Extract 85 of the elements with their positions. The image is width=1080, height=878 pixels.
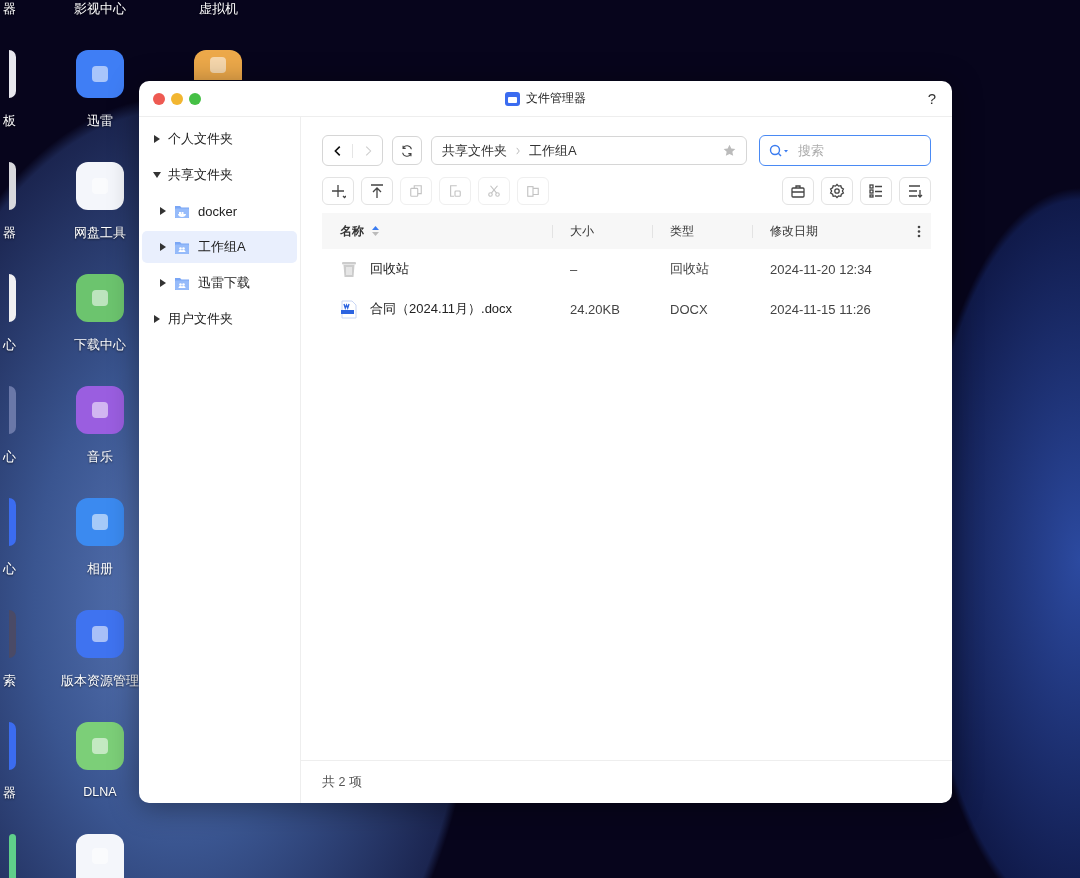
move-icon <box>526 183 540 198</box>
caret-icon <box>160 207 166 215</box>
app-label: 器 <box>3 785 16 802</box>
file-size: – <box>570 261 578 277</box>
file-name[interactable]: 回收站 <box>370 260 409 278</box>
column-header[interactable]: 大小 <box>570 223 594 239</box>
chevron-icon <box>513 145 523 156</box>
list-view-icon <box>868 182 884 199</box>
toolbox-icon <box>790 182 806 199</box>
app-label: 下载中心 <box>74 337 126 354</box>
maximize-button[interactable] <box>189 92 201 105</box>
app-icon[interactable] <box>9 162 16 210</box>
folder-tree-item[interactable]: 迅雷下载 <box>142 267 297 299</box>
folder-icon <box>174 203 190 219</box>
app-icon[interactable] <box>9 274 16 322</box>
scissors-icon <box>487 183 501 198</box>
caret-icon <box>153 172 161 178</box>
app-icon[interactable] <box>76 50 124 98</box>
sort-button[interactable] <box>899 176 931 205</box>
app-label: 相册 <box>87 561 113 578</box>
more-icon[interactable] <box>917 224 921 238</box>
caret-icon <box>160 279 166 287</box>
app-icon[interactable] <box>76 274 124 322</box>
refresh-button[interactable] <box>392 136 422 165</box>
caret-icon <box>154 315 160 323</box>
folder-tree-item[interactable]: docker <box>142 195 297 227</box>
trash-icon <box>340 260 358 278</box>
caret-icon <box>154 135 160 143</box>
app-label: 迅雷 <box>87 113 113 130</box>
column-header[interactable]: 名称 <box>340 223 364 239</box>
settings-button[interactable] <box>821 176 853 205</box>
modified-date: 2024-11-20 12:34 <box>770 261 872 277</box>
copy-icon <box>409 183 423 198</box>
plus-icon <box>330 182 346 199</box>
column-header[interactable]: 修改日期 <box>770 223 818 239</box>
app-label: 心 <box>3 449 16 466</box>
caret-icon <box>160 243 166 251</box>
app-label: 心 <box>3 337 16 354</box>
app-icon[interactable] <box>9 50 16 98</box>
app-label: 板 <box>3 113 16 130</box>
window-title: 文件管理器 <box>526 90 586 107</box>
paste-icon <box>448 183 462 198</box>
app-label: 器 <box>3 1 16 18</box>
word-document-icon <box>340 299 358 319</box>
file-size: 24.20KB <box>570 301 620 317</box>
sort-arrows-icon[interactable] <box>372 226 379 236</box>
folder-tree-item[interactable]: 共享文件夹 <box>142 159 297 191</box>
add-button[interactable] <box>322 176 354 205</box>
folder-tree-item[interactable]: 用户文件夹 <box>142 303 297 335</box>
app-label: 索 <box>3 673 16 690</box>
app-label: 网盘工具 <box>74 225 126 242</box>
settings-icon <box>829 182 845 199</box>
search-field[interactable]: 搜索 <box>759 135 931 166</box>
sort-icon <box>907 182 923 199</box>
app-label: 心 <box>3 561 16 578</box>
upload-icon <box>369 182 385 199</box>
app-label: 虚拟机 <box>198 1 238 18</box>
app-label: 器 <box>3 225 16 242</box>
folder-tree-item[interactable]: 工作组A <box>142 231 297 263</box>
app-icon[interactable] <box>76 834 124 878</box>
breadcrumb-item[interactable]: 工作组A <box>529 141 577 160</box>
tools-button[interactable] <box>782 176 814 205</box>
folder-tree-item[interactable]: 个人文件夹 <box>142 123 297 155</box>
file-type: 回收站 <box>670 260 709 278</box>
modified-date: 2024-11-15 11:26 <box>770 301 871 317</box>
view-button[interactable] <box>860 176 892 205</box>
app-label: 影视中心 <box>74 1 126 18</box>
item-count: 共 2 项 <box>322 773 362 791</box>
column-header[interactable]: 类型 <box>670 223 694 239</box>
app-label: 版本资源管理 <box>61 673 139 690</box>
file-type: DOCX <box>670 301 708 317</box>
folder-icon <box>174 275 190 291</box>
file-name[interactable]: 合同（2024.11月）.docx <box>370 300 513 318</box>
app-label: DLNA <box>83 785 117 799</box>
folder-icon <box>505 91 520 106</box>
star-icon[interactable] <box>723 144 736 157</box>
close-button[interactable] <box>153 92 165 105</box>
app-icon[interactable] <box>194 50 242 80</box>
breadcrumb-item[interactable]: 共享文件夹 <box>442 141 507 160</box>
help-button[interactable]: ? <box>925 90 938 107</box>
refresh-icon <box>400 143 414 158</box>
upload-button[interactable] <box>361 176 393 205</box>
folder-icon <box>174 239 190 255</box>
app-label: 音乐 <box>87 449 113 466</box>
app-icon[interactable] <box>76 162 124 210</box>
